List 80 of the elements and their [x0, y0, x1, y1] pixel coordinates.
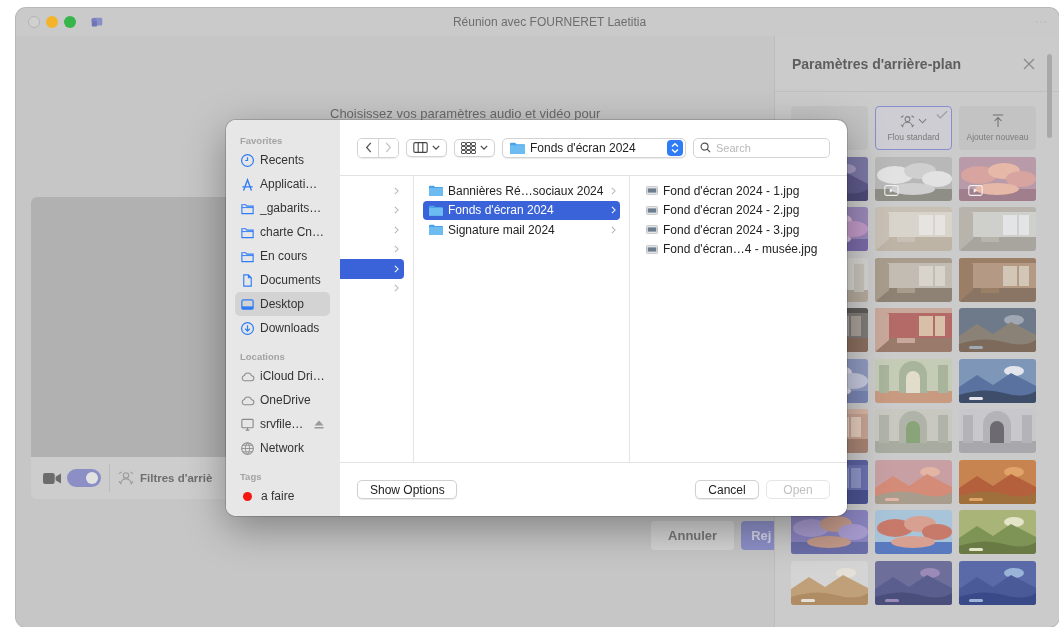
sidebar-item[interactable]: iCloud Dri… [235, 364, 330, 388]
window-zoom-button[interactable] [64, 16, 76, 28]
view-button[interactable] [406, 138, 447, 157]
section-heading: Locations [239, 350, 285, 364]
eject-icon[interactable] [314, 419, 325, 429]
sidebar-item[interactable]: Recents [235, 148, 330, 172]
monitor-icon [240, 416, 255, 432]
section-heading: Favorites [239, 134, 283, 148]
blur-icon [118, 471, 134, 485]
caret-icon [432, 145, 440, 150]
sidebar-item[interactable]: OneDrive [235, 388, 330, 412]
folder-icon [429, 204, 443, 216]
app-icon [90, 15, 104, 29]
chevron-icon [394, 186, 399, 195]
sidebar-item[interactable]: En cours [235, 244, 330, 268]
grid-icon [461, 141, 476, 154]
show-options-button[interactable]: Show Options [357, 480, 457, 499]
chevron-icon [611, 206, 616, 215]
sidebar-item[interactable]: Documents [235, 268, 330, 292]
image-file-icon [646, 225, 658, 235]
search-icon [700, 142, 711, 153]
file-item[interactable]: Fond d'écran 2024 - 2.jpg [639, 200, 838, 220]
stepper-icon [667, 139, 683, 156]
back-button[interactable] [358, 138, 378, 157]
sidebar-item[interactable]: Desktop [235, 292, 330, 316]
chevron-icon [394, 245, 399, 254]
camera-icon [43, 471, 61, 485]
cancel-button[interactable]: Cancel [695, 480, 759, 499]
prompt-text: Choisissez vos paramètres audio et vidéo pour [330, 106, 601, 121]
file-item[interactable]: Fond d'écran 2024 - 3.jpg [639, 220, 838, 240]
folder-item[interactable]: Bannières Ré…sociaux 2024 [423, 181, 620, 201]
group-button[interactable] [454, 138, 495, 157]
file-item[interactable]: Fond d'écran…4 - musée.jpg [639, 239, 838, 259]
desktop-icon [240, 296, 255, 312]
folder-icon [429, 185, 443, 197]
camera-toggle[interactable] [67, 469, 101, 487]
chevron-icon [394, 284, 399, 293]
chevron-icon [394, 206, 399, 215]
close-icon[interactable] [1023, 57, 1035, 70]
search-field[interactable]: Search [693, 137, 830, 158]
sidebar-item[interactable]: srvfile… [235, 412, 330, 436]
blur-icon [900, 114, 915, 128]
folder-icon [429, 224, 443, 236]
caret-icon [918, 118, 927, 124]
image-file-icon [646, 186, 658, 196]
caret-icon [480, 145, 488, 150]
filter-label: Filtres d'arriè [140, 472, 213, 484]
chevron-icon [394, 225, 399, 234]
image-file-icon [646, 205, 658, 215]
chevron-right-icon [385, 142, 392, 153]
sidebar-item[interactable]: Network [235, 436, 330, 460]
window-minimize-button[interactable] [46, 16, 58, 28]
file-item[interactable]: Fond d'écran 2024 - 1.jpg [639, 181, 838, 201]
download-icon [240, 320, 255, 336]
chevron-left-icon [364, 142, 372, 153]
scrollbar[interactable] [1047, 54, 1052, 138]
compass-icon [240, 176, 255, 192]
upload-icon [991, 114, 1004, 128]
globe-icon [240, 440, 255, 456]
folder-item[interactable]: Signature mail 2024 [423, 220, 620, 240]
chevron-icon [611, 225, 616, 234]
sidebar-item[interactable]: charte Cn… [235, 220, 330, 244]
check-icon [936, 110, 948, 119]
chevron-icon [611, 186, 616, 195]
clock-icon [240, 152, 255, 168]
window-close-button[interactable] [28, 16, 40, 28]
chevron-icon [394, 264, 399, 273]
folder-item[interactable]: Fonds d'écran 2024 [423, 200, 620, 220]
panel-title: Paramètres d'arrière-plan [792, 55, 962, 72]
window-title: Réunion avec FOURNERET Laetitia [451, 15, 648, 29]
sidebar-item[interactable]: Downloads [235, 316, 330, 340]
sidebar-item[interactable]: _gabarits… [235, 196, 330, 220]
section-heading: Tags [239, 470, 262, 484]
document-icon [240, 272, 255, 288]
sidebar-item[interactable]: Applicati… [235, 172, 330, 196]
image-file-icon [646, 244, 658, 254]
folder-icon [510, 141, 525, 154]
sidebar-item[interactable]: a faire [235, 484, 330, 508]
path-dropdown[interactable]: Fonds d'écran 2024 [502, 137, 686, 158]
columns-icon [413, 142, 428, 153]
